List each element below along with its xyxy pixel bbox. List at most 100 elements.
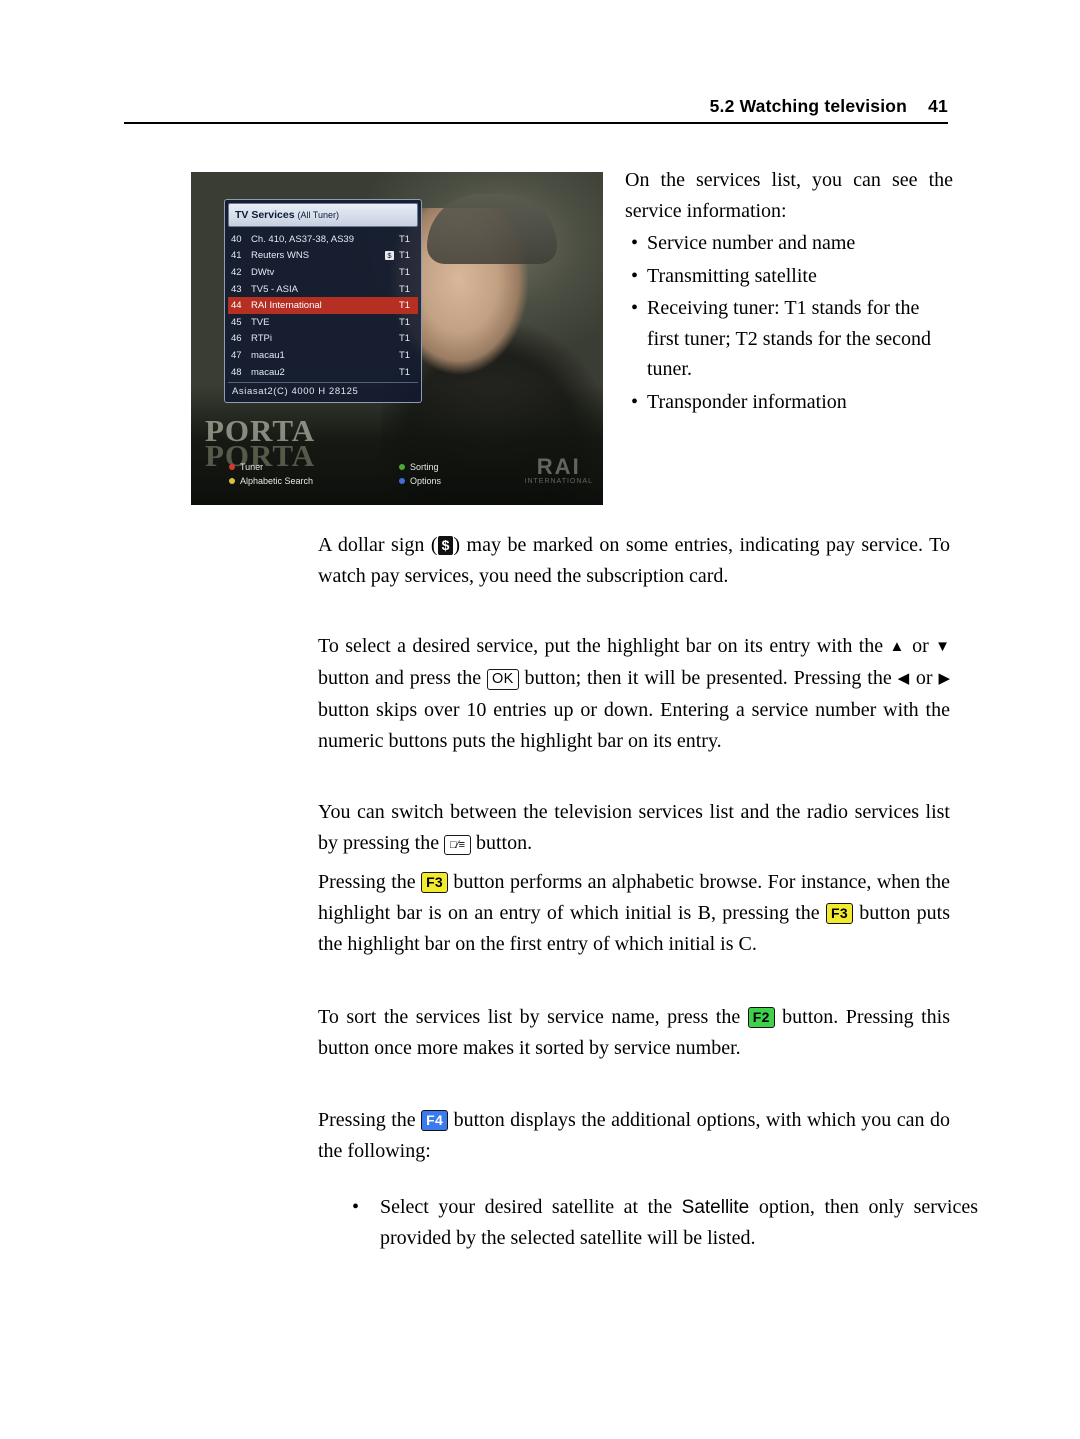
service-name: macau1 bbox=[251, 349, 285, 361]
service-tuner: T1 bbox=[399, 366, 411, 378]
paragraph-select-service: To select a desired service, put the hig… bbox=[318, 631, 950, 757]
service-number: 47 bbox=[231, 349, 242, 361]
key-sorting[interactable]: Sorting bbox=[399, 462, 439, 472]
list-item[interactable]: 45 TVE T1 bbox=[228, 314, 418, 331]
page-header: 5.2 Watching television 41 bbox=[124, 96, 948, 117]
ok-button-key: OK bbox=[487, 669, 519, 690]
service-number: 45 bbox=[231, 316, 242, 328]
color-key-bar: Tuner Sorting Alphabetic Search Options bbox=[229, 462, 569, 490]
up-arrow-icon: ▲ bbox=[889, 639, 906, 655]
key-tuner[interactable]: Tuner bbox=[229, 462, 399, 472]
service-name: TVE bbox=[251, 316, 270, 328]
dollar-sign-icon: $ bbox=[437, 536, 454, 555]
key-sorting-label: Sorting bbox=[410, 462, 439, 472]
key-tuner-label: Tuner bbox=[240, 462, 264, 472]
list-item: Receiving tuner: T1 stands for the first… bbox=[625, 293, 953, 385]
paragraph-text: A dollar sign ( bbox=[318, 534, 438, 556]
service-number: 40 bbox=[231, 233, 242, 245]
bullet-satellite-option: Select your desired satellite at the Sat… bbox=[352, 1192, 978, 1254]
list-item[interactable]: 48 macau2 T1 bbox=[228, 364, 418, 381]
right-arrow-icon: ▶ bbox=[938, 671, 950, 687]
service-tuner: T1 bbox=[399, 316, 411, 328]
service-name: Reuters WNS bbox=[251, 250, 310, 262]
header-divider bbox=[124, 122, 948, 124]
tv-services-panel: TV Services (All Tuner) 40 Ch. 410, AS37… bbox=[224, 199, 422, 404]
page-number: 41 bbox=[928, 96, 948, 116]
transponder-info: Asiasat2(C) 4000 H 28125 bbox=[228, 382, 418, 398]
service-information-bullets: Service number and name Transmitting sat… bbox=[625, 228, 953, 417]
tv-screenshot-figure: PORTA PORTA RAI INTERNATIONAL TV Service… bbox=[191, 172, 603, 505]
paragraph-text: To sort the services list by service nam… bbox=[318, 1006, 748, 1028]
paragraph-text: or bbox=[910, 667, 939, 689]
service-tuner: T1 bbox=[399, 300, 411, 312]
service-name: RTPi bbox=[251, 333, 272, 345]
service-tuner: T1 bbox=[399, 283, 411, 295]
yellow-key-icon bbox=[229, 478, 235, 484]
header-section-title: 5.2 Watching television bbox=[709, 96, 908, 116]
paragraph-text: button; then it will be presented. Press… bbox=[518, 667, 898, 689]
green-key-icon bbox=[399, 464, 405, 470]
key-alphabetic-search[interactable]: Alphabetic Search bbox=[229, 476, 399, 486]
services-list-intro: On the services list, you can see the se… bbox=[625, 169, 953, 222]
paragraph-text: button skips over 10 entries up or down.… bbox=[318, 699, 950, 752]
service-tuner: T1 bbox=[399, 349, 411, 361]
list-item-selected[interactable]: 44 RAI International T1 bbox=[228, 297, 418, 314]
service-number: 42 bbox=[231, 266, 242, 278]
tv-radio-button-key: □⁄≡ bbox=[444, 835, 471, 855]
paragraph-alphabetic-browse: Pressing the F3 button performs an alpha… bbox=[318, 867, 950, 960]
service-number: 43 bbox=[231, 283, 242, 295]
list-item: Transponder information bbox=[625, 387, 953, 418]
key-options-label: Options bbox=[410, 476, 442, 486]
paragraph-additional-options: Pressing the F4 button displays the addi… bbox=[318, 1105, 950, 1167]
down-arrow-icon: ▼ bbox=[935, 639, 950, 655]
satellite-option-label: Satellite bbox=[681, 1197, 750, 1218]
service-name: macau2 bbox=[251, 366, 285, 378]
f4-button-key: F4 bbox=[421, 1110, 449, 1131]
service-number: 44 bbox=[231, 300, 242, 312]
tv-services-list[interactable]: 40 Ch. 410, AS37-38, AS39 T1 41 Reuters … bbox=[228, 231, 418, 380]
list-item[interactable]: 47 macau1 T1 bbox=[228, 347, 418, 364]
service-tuner: T1 bbox=[399, 333, 411, 345]
paragraph-text: button. bbox=[471, 832, 533, 854]
left-arrow-icon: ◀ bbox=[897, 671, 911, 687]
list-item[interactable]: 40 Ch. 410, AS37-38, AS39 T1 bbox=[228, 231, 418, 248]
service-tuner: T1 bbox=[399, 250, 411, 262]
paragraph-pay-service: A dollar sign ($) may be marked on some … bbox=[318, 530, 950, 592]
tv-services-panel-title: TV Services (All Tuner) bbox=[228, 203, 418, 227]
service-number: 41 bbox=[231, 250, 242, 262]
list-item: Service number and name bbox=[625, 228, 953, 259]
red-key-icon bbox=[229, 464, 235, 470]
paragraph-tv-radio-switch: You can switch between the television se… bbox=[318, 797, 950, 859]
service-name: TV5 - ASIA bbox=[251, 283, 298, 295]
service-tuner: T1 bbox=[399, 233, 411, 245]
list-item: Transmitting satellite bbox=[625, 261, 953, 292]
paragraph-text: button and press the bbox=[318, 667, 488, 689]
service-name: DWtv bbox=[251, 266, 275, 278]
paragraph-sort-services: To sort the services list by service nam… bbox=[318, 1002, 950, 1064]
f2-button-key: F2 bbox=[747, 1007, 775, 1028]
paragraph-text: Pressing the bbox=[318, 1109, 422, 1131]
f3-button-key: F3 bbox=[826, 903, 853, 924]
blue-key-icon bbox=[399, 478, 405, 484]
list-item[interactable]: 46 RTPi T1 bbox=[228, 331, 418, 348]
key-options[interactable]: Options bbox=[399, 476, 441, 486]
list-item[interactable]: 41 Reuters WNS $ T1 bbox=[228, 248, 418, 265]
pay-service-icon: $ bbox=[385, 251, 394, 261]
paragraph-text: To select a desired service, put the hig… bbox=[318, 635, 890, 657]
service-number: 48 bbox=[231, 366, 242, 378]
tv-services-title-sub: (All Tuner) bbox=[297, 210, 339, 220]
paragraph-text: Pressing the bbox=[318, 871, 422, 893]
list-item[interactable]: 42 DWtv T1 bbox=[228, 264, 418, 281]
paragraph-text: or bbox=[905, 635, 936, 657]
tv-services-title-main: TV Services bbox=[235, 209, 295, 221]
service-tuner: T1 bbox=[399, 266, 411, 278]
service-name: RAI International bbox=[251, 300, 322, 312]
list-item[interactable]: 43 TV5 - ASIA T1 bbox=[228, 281, 418, 298]
f3-button-key: F3 bbox=[421, 872, 449, 893]
service-name: Ch. 410, AS37-38, AS39 bbox=[251, 233, 354, 245]
figure-side-text: On the services list, you can see the se… bbox=[625, 165, 953, 417]
key-alphabetic-search-label: Alphabetic Search bbox=[240, 476, 314, 486]
paragraph-text: Select your desired satellite at the bbox=[380, 1196, 682, 1218]
service-number: 46 bbox=[231, 333, 242, 345]
paragraph-text: You can switch between the television se… bbox=[318, 801, 950, 854]
